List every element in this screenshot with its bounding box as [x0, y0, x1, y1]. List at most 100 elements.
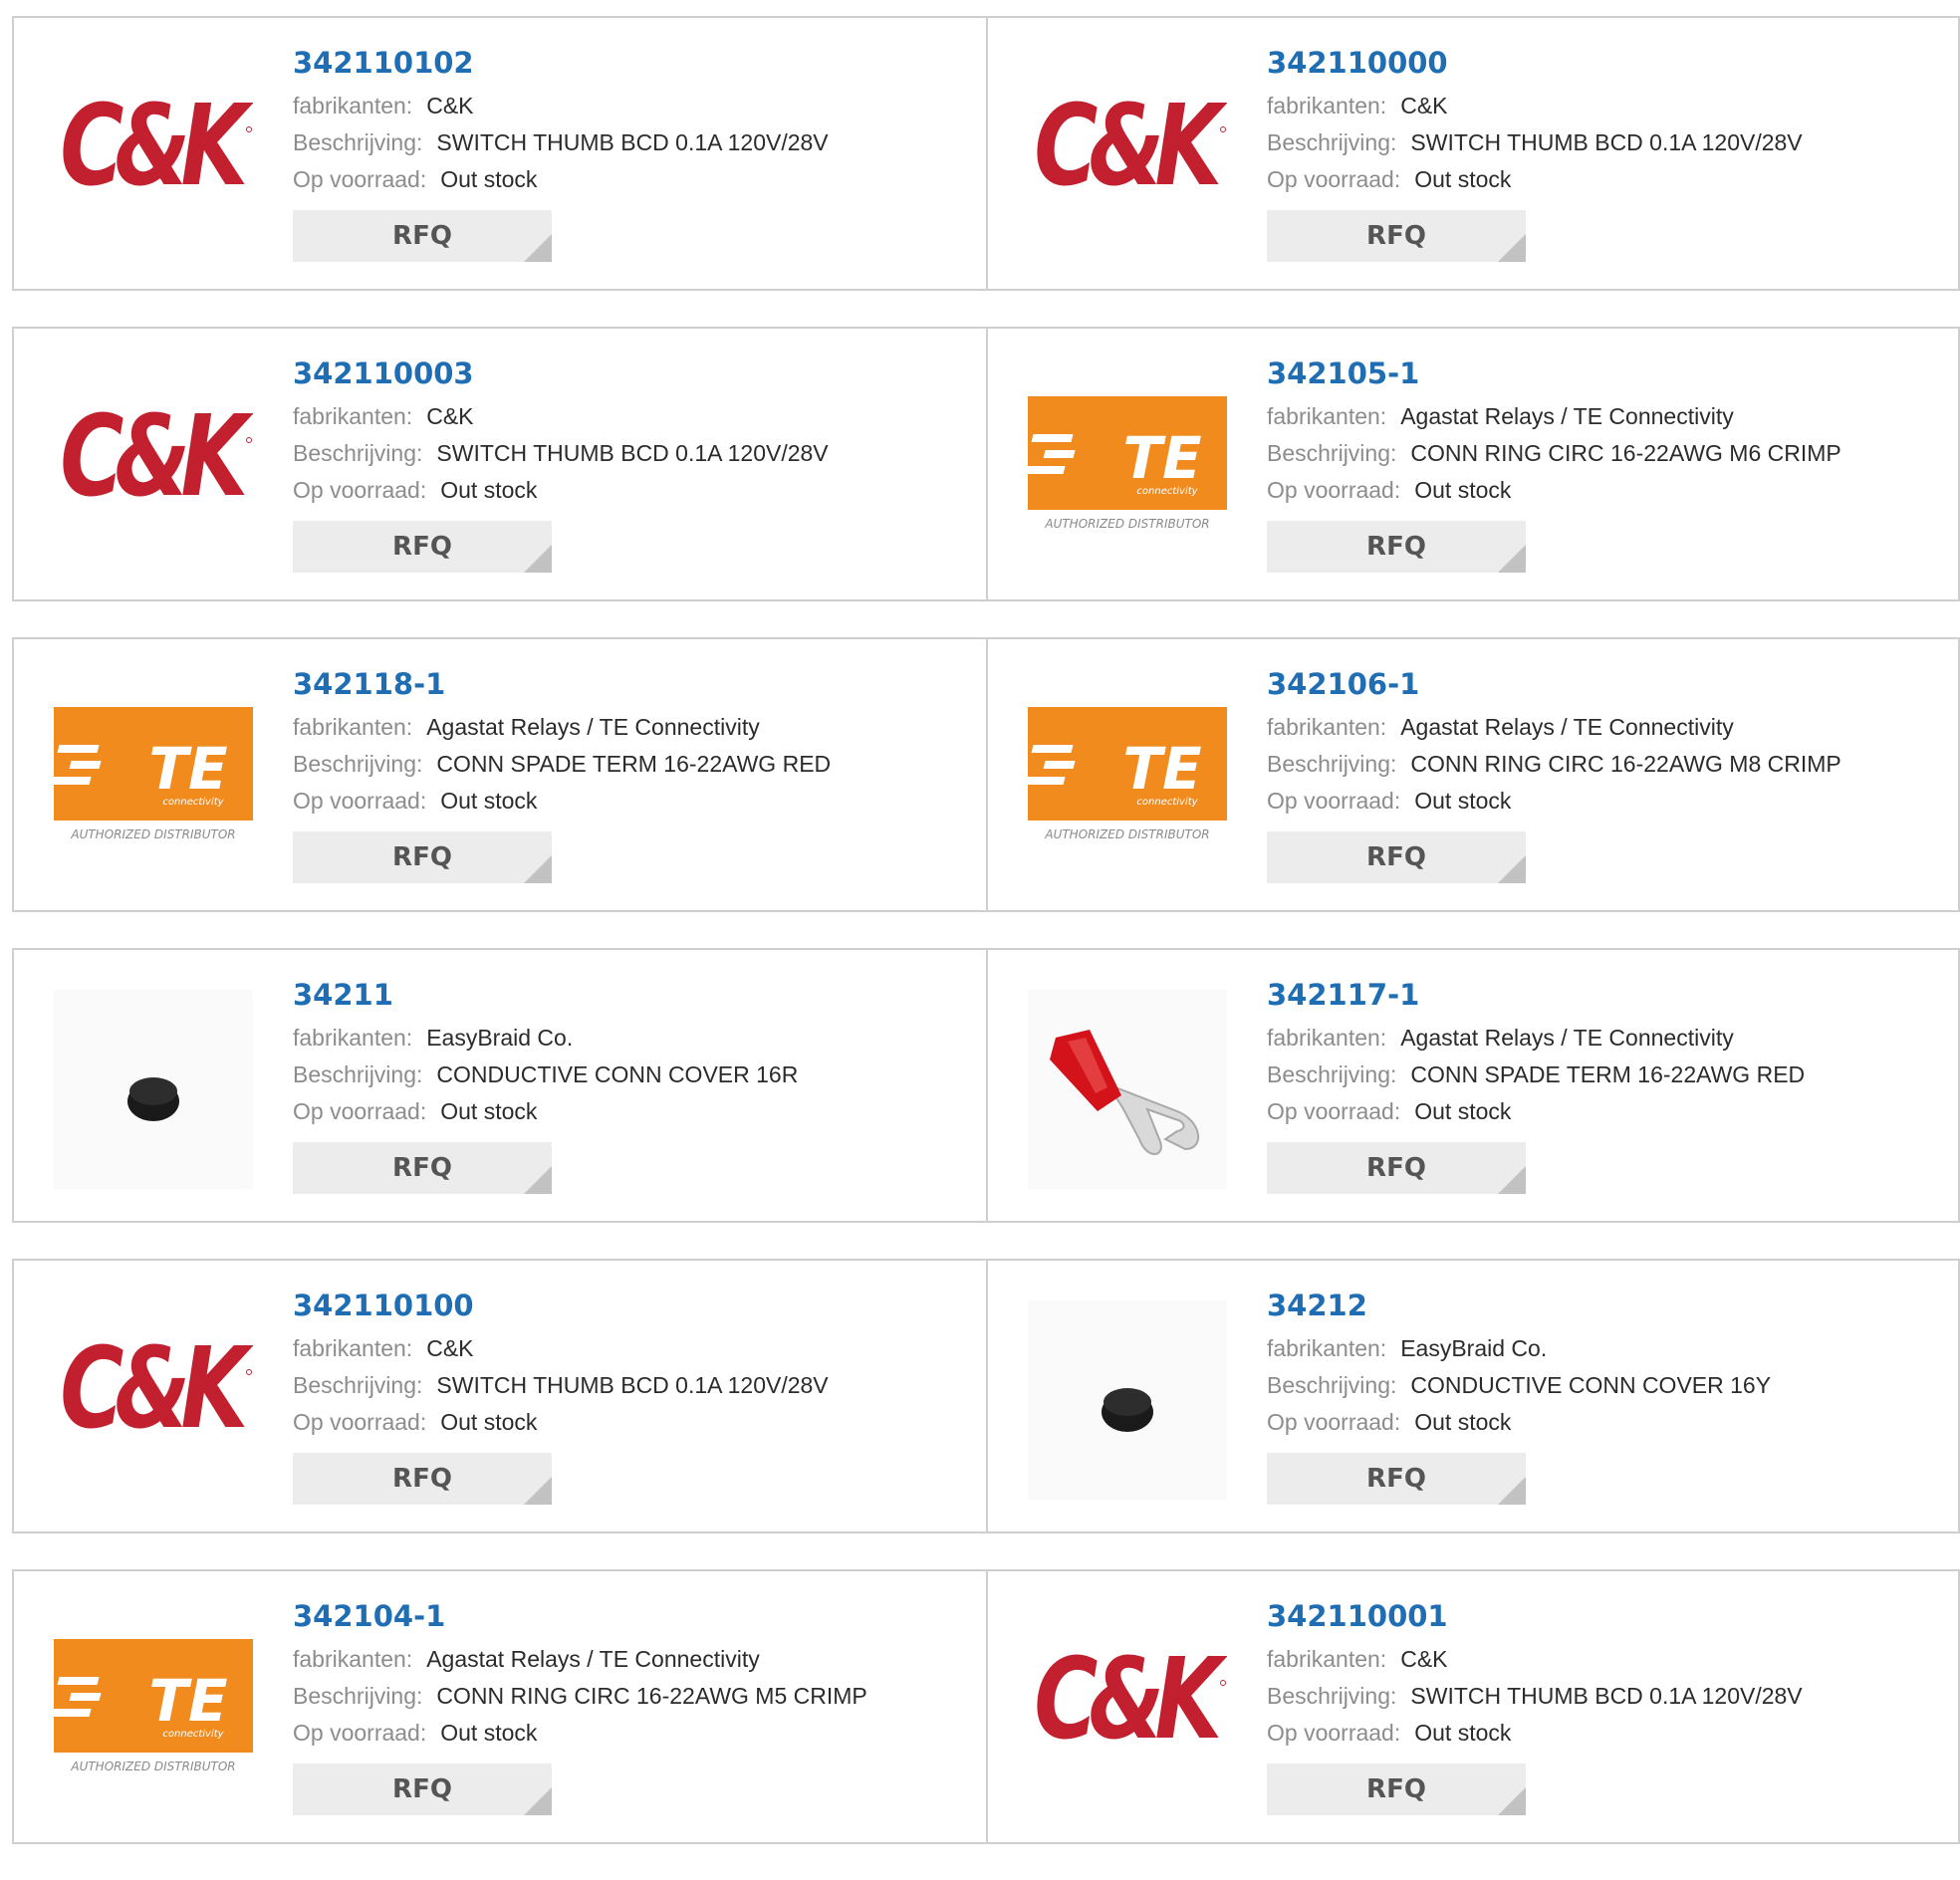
rfq-label: RFQ — [1366, 221, 1426, 251]
rfq-button[interactable]: RFQ — [293, 210, 552, 262]
product-image[interactable] — [1028, 1300, 1227, 1500]
product-card: C&K 342110003 fabrikanten: C&K Beschrijvi… — [14, 329, 986, 599]
product-info: 34211 fabrikanten: EasyBraid Co. Beschrij… — [293, 978, 970, 1194]
stock-row: Op voorraad: Out stock — [293, 472, 970, 509]
stock-row: Op voorraad: Out stock — [1267, 1093, 1944, 1130]
rfq-button[interactable]: RFQ — [293, 831, 552, 883]
stock-label: Op voorraad: — [1267, 166, 1401, 192]
rfq-button[interactable]: RFQ — [1267, 831, 1526, 883]
corner-triangle — [1498, 855, 1526, 883]
product-image[interactable]: TE connectivity AUTHORIZED DISTRIBUTOR — [1028, 368, 1227, 568]
svg-text:AUTHORIZED DISTRIBUTOR: AUTHORIZED DISTRIBUTOR — [1044, 517, 1209, 531]
product-image[interactable]: C&K — [1028, 1611, 1227, 1810]
ck-logo-icon: C&K — [1034, 81, 1227, 211]
rfq-label: RFQ — [392, 1153, 452, 1183]
product-image[interactable]: TE connectivity AUTHORIZED DISTRIBUTOR — [54, 679, 253, 878]
product-image[interactable] — [1028, 990, 1227, 1189]
part-number-link[interactable]: 34211 — [293, 978, 970, 1012]
product-image[interactable]: C&K — [1028, 58, 1227, 257]
manufacturer-row: fabrikanten: C&K — [293, 398, 970, 435]
product-info: 342118-1 fabrikanten: Agastat Relays / TE… — [293, 667, 970, 883]
stock-row: Op voorraad: Out stock — [1267, 472, 1944, 509]
svg-text:connectivity: connectivity — [162, 797, 224, 808]
stock-label: Op voorraad: — [1267, 477, 1401, 503]
product-row: 34211 fabrikanten: EasyBraid Co. Beschrij… — [12, 948, 1960, 1223]
product-card: C&K 342110001 fabrikanten: C&K Beschrijvi… — [986, 1571, 1958, 1842]
svg-text:connectivity: connectivity — [1136, 797, 1198, 808]
part-number-link[interactable]: 342117-1 — [1267, 978, 1944, 1012]
manufacturer-label: fabrikanten: — [293, 1025, 413, 1051]
stock-row: Op voorraad: Out stock — [1267, 783, 1944, 820]
part-number-link[interactable]: 342110000 — [1267, 46, 1944, 80]
product-info: 342106-1 fabrikanten: Agastat Relays / TE… — [1267, 667, 1944, 883]
description-value: SWITCH THUMB BCD 0.1A 120V/28V — [436, 440, 829, 466]
rfq-button[interactable]: RFQ — [1267, 1453, 1526, 1505]
product-card: 34212 fabrikanten: EasyBraid Co. Beschrij… — [986, 1261, 1958, 1531]
part-number-link[interactable]: 34212 — [1267, 1289, 1944, 1322]
description-label: Beschrijving: — [1267, 129, 1397, 155]
part-number-link[interactable]: 342105-1 — [1267, 356, 1944, 390]
description-label: Beschrijving: — [1267, 1061, 1397, 1087]
description-value: CONN RING CIRC 16-22AWG M5 CRIMP — [436, 1683, 867, 1709]
rfq-button[interactable]: RFQ — [1267, 521, 1526, 573]
part-number-link[interactable]: 342110102 — [293, 46, 970, 80]
product-image[interactable]: TE connectivity AUTHORIZED DISTRIBUTOR — [1028, 679, 1227, 878]
part-number-link[interactable]: 342118-1 — [293, 667, 970, 701]
part-number-link[interactable]: 342110001 — [1267, 1599, 1944, 1633]
svg-text:C&K: C&K — [60, 81, 253, 211]
stock-label: Op voorraad: — [1267, 1720, 1401, 1746]
stock-label: Op voorraad: — [293, 477, 427, 503]
product-image[interactable]: C&K — [54, 368, 253, 568]
part-number-link[interactable]: 342106-1 — [1267, 667, 1944, 701]
stock-label: Op voorraad: — [293, 166, 427, 192]
product-image[interactable]: C&K — [54, 1300, 253, 1500]
corner-triangle — [524, 855, 552, 883]
corner-triangle — [1498, 1477, 1526, 1505]
description-label: Beschrijving: — [293, 129, 423, 155]
manufacturer-row: fabrikanten: C&K — [1267, 88, 1944, 124]
manufacturer-row: fabrikanten: C&K — [293, 1330, 970, 1367]
product-image[interactable] — [54, 990, 253, 1189]
rfq-button[interactable]: RFQ — [293, 521, 552, 573]
stock-value: Out stock — [440, 1409, 538, 1435]
rfq-button[interactable]: RFQ — [293, 1453, 552, 1505]
product-card: TE connectivity AUTHORIZED DISTRIBUTOR 342… — [986, 639, 1958, 910]
part-number-link[interactable]: 342110100 — [293, 1289, 970, 1322]
product-row: TE connectivity AUTHORIZED DISTRIBUTOR 342… — [12, 637, 1960, 912]
description-value: SWITCH THUMB BCD 0.1A 120V/28V — [1410, 1683, 1803, 1709]
svg-text:AUTHORIZED DISTRIBUTOR: AUTHORIZED DISTRIBUTOR — [1044, 827, 1209, 841]
manufacturer-value: Agastat Relays / TE Connectivity — [1400, 1025, 1734, 1051]
product-image[interactable]: C&K — [54, 58, 253, 257]
description-value: CONN RING CIRC 16-22AWG M6 CRIMP — [1410, 440, 1841, 466]
description-row: Beschrijving: CONN SPADE TERM 16-22AWG RE… — [1267, 1057, 1944, 1093]
part-number-link[interactable]: 342110003 — [293, 356, 970, 390]
stock-value: Out stock — [440, 1098, 538, 1124]
product-card: TE connectivity AUTHORIZED DISTRIBUTOR 342… — [14, 639, 986, 910]
product-card: C&K 342110102 fabrikanten: C&K Beschrijvi… — [14, 18, 986, 289]
rfq-button[interactable]: RFQ — [293, 1142, 552, 1194]
stock-row: Op voorraad: Out stock — [1267, 161, 1944, 198]
manufacturer-row: fabrikanten: Agastat Relays / TE Connecti… — [1267, 709, 1944, 746]
rfq-button[interactable]: RFQ — [1267, 210, 1526, 262]
ck-logo-icon: C&K — [1034, 1634, 1227, 1764]
rfq-button[interactable]: RFQ — [293, 1763, 552, 1815]
manufacturer-row: fabrikanten: C&K — [1267, 1641, 1944, 1678]
svg-text:AUTHORIZED DISTRIBUTOR: AUTHORIZED DISTRIBUTOR — [70, 827, 235, 841]
stock-row: Op voorraad: Out stock — [293, 1715, 970, 1752]
part-number-link[interactable]: 342104-1 — [293, 1599, 970, 1633]
rfq-label: RFQ — [1366, 1464, 1426, 1494]
manufacturer-value: C&K — [1400, 1646, 1448, 1672]
manufacturer-value: C&K — [1400, 93, 1448, 118]
rfq-button[interactable]: RFQ — [1267, 1763, 1526, 1815]
te-logo-icon: TEconnectivity AUTHORIZED DISTRIBUTOR — [54, 1639, 253, 1773]
product-image[interactable]: TE connectivity AUTHORIZED DISTRIBUTOR — [54, 1611, 253, 1810]
stock-value: Out stock — [440, 166, 538, 192]
rfq-button[interactable]: RFQ — [1267, 1142, 1526, 1194]
rfq-label: RFQ — [392, 221, 452, 251]
stock-value: Out stock — [440, 1720, 538, 1746]
product-grid: C&K 342110102 fabrikanten: C&K Beschrijvi… — [12, 16, 1960, 1880]
rfq-label: RFQ — [392, 1774, 452, 1804]
svg-text:TE: TE — [148, 1667, 227, 1735]
manufacturer-label: fabrikanten: — [1267, 1646, 1387, 1672]
description-value: CONN SPADE TERM 16-22AWG RED — [436, 751, 832, 777]
